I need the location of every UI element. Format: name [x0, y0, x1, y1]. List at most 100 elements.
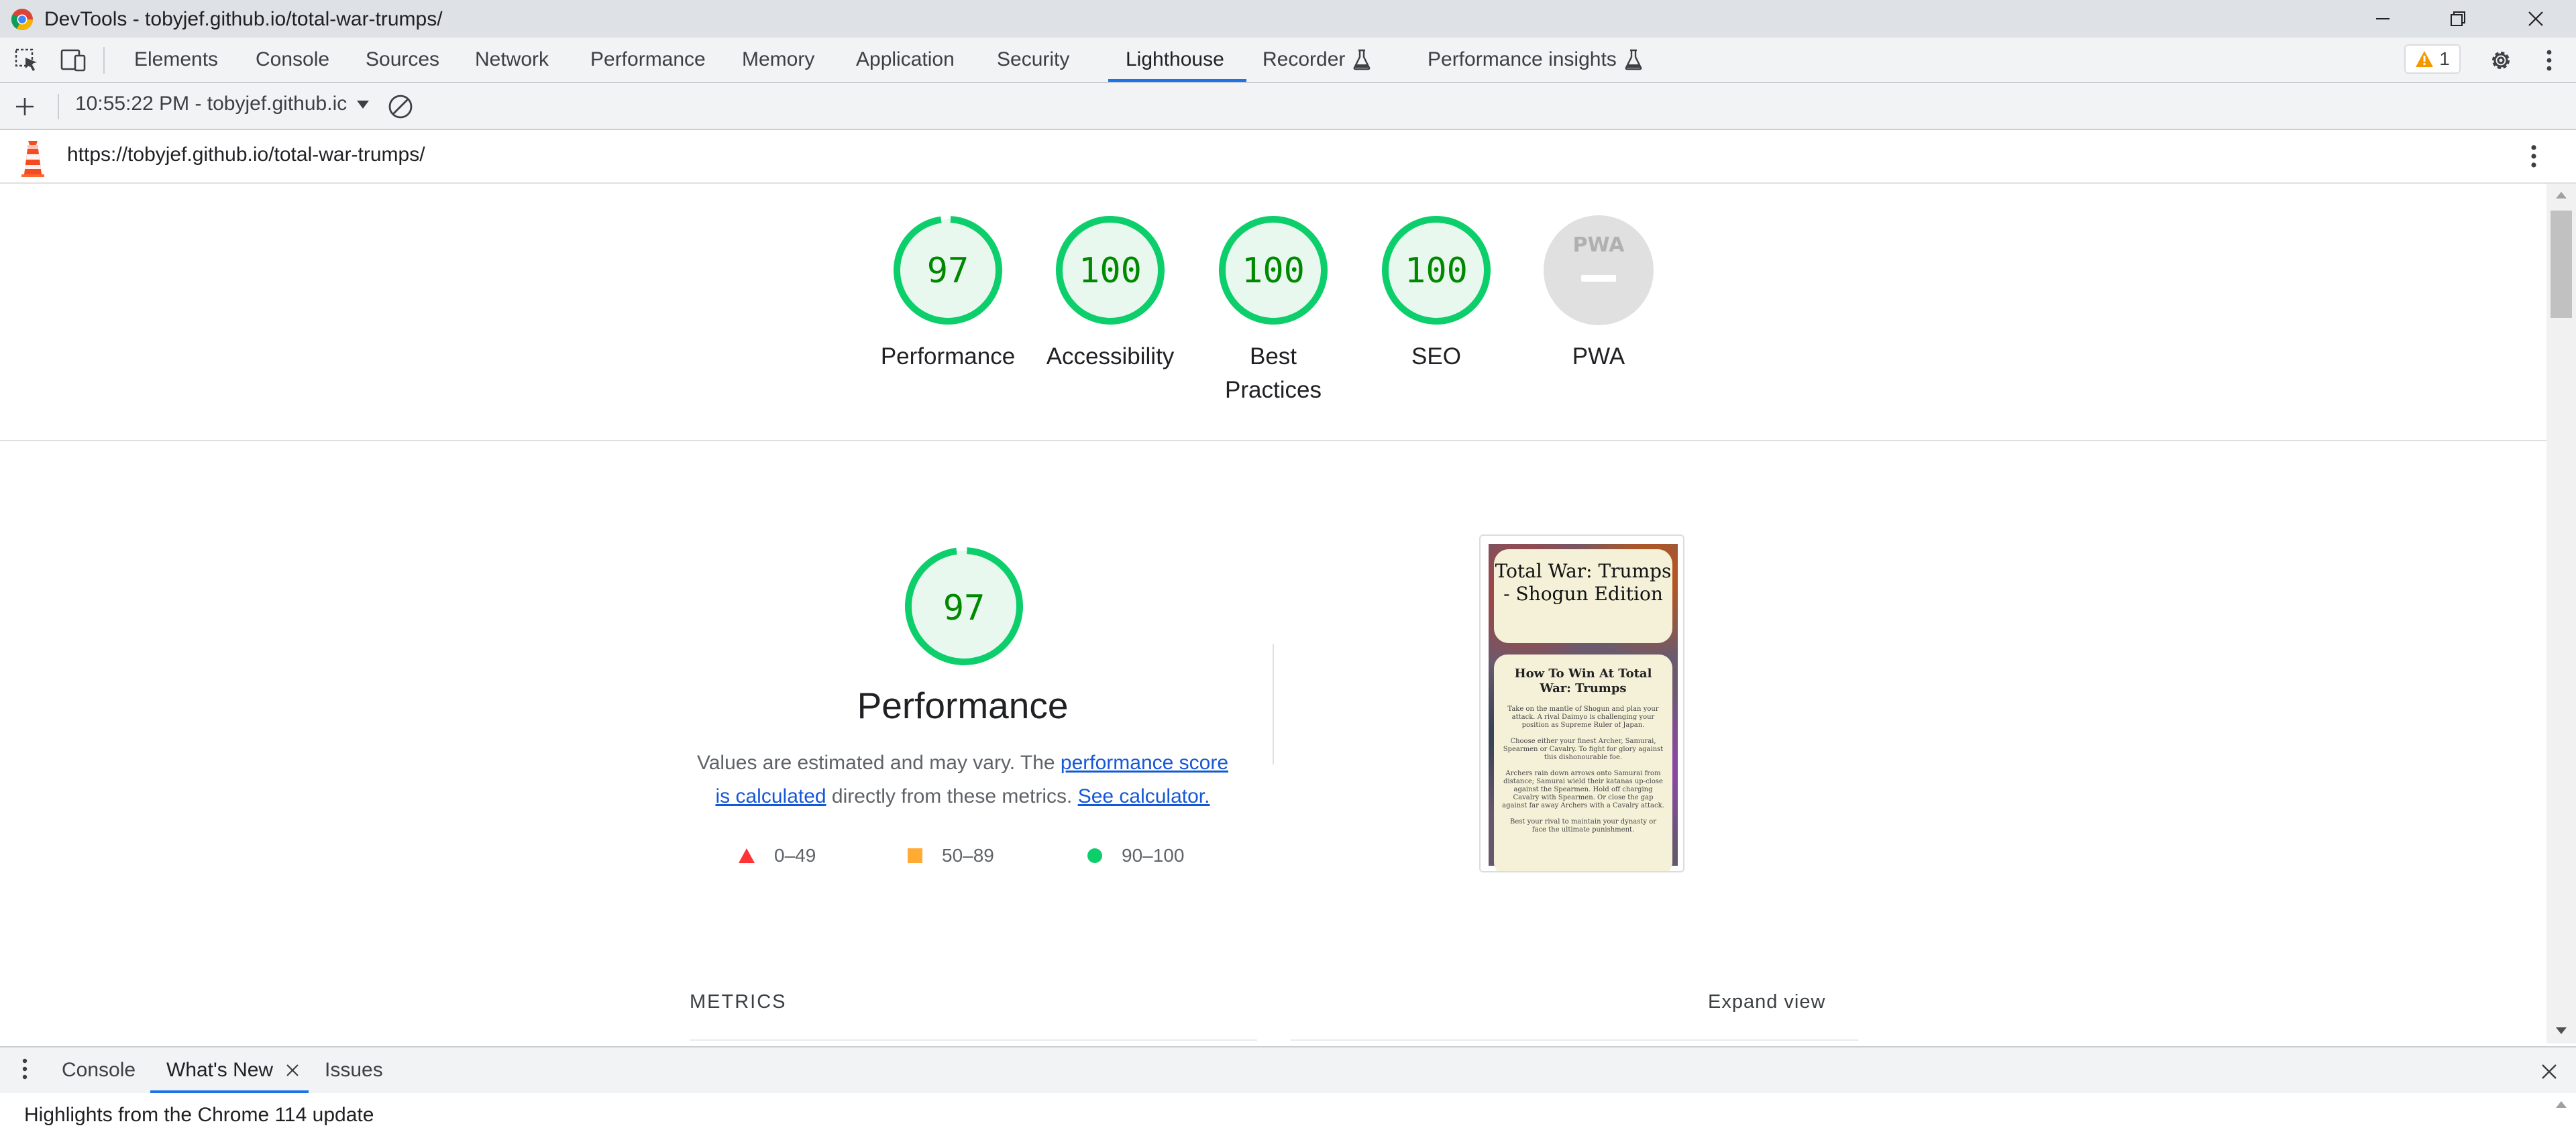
gauge-performance[interactable]: 97	[891, 213, 1005, 331]
dropdown-arrow-icon	[356, 101, 369, 109]
performance-title: Performance	[857, 685, 1069, 726]
gauge-label-pwa: PWA	[1572, 343, 1625, 370]
performance-gauge-large: 97	[902, 545, 1026, 671]
screenshot-paragraph: Choose either your finest Archer, Samura…	[1503, 738, 1664, 761]
kebab-menu-icon	[2546, 50, 2552, 71]
window-title: DevTools - tobyjef.github.io/total-war-t…	[44, 8, 443, 30]
tab-recorder-label: Recorder	[1263, 48, 1346, 70]
toolbar-divider	[103, 47, 105, 74]
expand-view-toggle[interactable]: Expand view	[1708, 991, 1825, 1013]
experiment-flask-icon	[1625, 49, 1642, 70]
drawer-menu-button[interactable]	[21, 1057, 31, 1084]
section-divider	[0, 440, 2546, 441]
whats-new-headline: Highlights from the Chrome 114 update	[24, 1104, 374, 1126]
tab-memory[interactable]: Memory	[742, 38, 814, 82]
gauge-ring: 97	[905, 547, 1023, 665]
legend-average: 50–89	[907, 845, 994, 866]
close-tab-icon[interactable]	[285, 1063, 300, 1078]
gauge-score: 97	[943, 588, 985, 628]
report-scrollbar[interactable]	[2546, 184, 2576, 1043]
tab-sources[interactable]: Sources	[366, 38, 439, 82]
section-divider-vertical	[1273, 644, 1274, 764]
metrics-header: METRICS	[690, 991, 787, 1013]
inspect-cursor-icon	[15, 48, 37, 71]
report-select[interactable]: 10:55:22 PM - tobyjef.github.ic	[75, 93, 370, 115]
close-icon	[2528, 11, 2543, 26]
tab-performance-insights[interactable]: Performance insights	[1428, 38, 1644, 82]
device-toolbar-button[interactable]	[59, 46, 89, 75]
gauge-best-practices[interactable]: 100	[1216, 213, 1330, 331]
perf-desc-text: Values are estimated and may vary. The	[696, 752, 1061, 774]
drawer-tab-issues[interactable]: Issues	[325, 1047, 383, 1093]
gauge-seo[interactable]: 100	[1379, 213, 1493, 331]
gauge-score: 100	[1242, 251, 1305, 291]
clear-icon	[388, 95, 413, 119]
settings-button[interactable]	[2486, 46, 2516, 75]
drawer-tab-whats-new[interactable]: What's New	[166, 1047, 300, 1093]
close-icon	[2542, 1064, 2557, 1079]
legend-range: 50–89	[942, 845, 994, 866]
gauge-score: 97	[927, 251, 969, 291]
experiment-flask-icon	[1353, 49, 1371, 70]
report-menu-button[interactable]	[2524, 144, 2544, 170]
title-bar: DevTools - tobyjef.github.io/total-war-t…	[0, 0, 2576, 38]
gauge-score: 100	[1079, 251, 1142, 291]
triangle-icon	[739, 848, 755, 863]
lighthouse-toolbar: 10:55:22 PM - tobyjef.github.ic	[0, 83, 2576, 130]
gauge-accessibility[interactable]: 100	[1053, 213, 1167, 331]
tab-network[interactable]: Network	[475, 38, 549, 82]
tab-lighthouse[interactable]: Lighthouse	[1126, 38, 1224, 82]
scrollbar-thumb[interactable]	[2551, 211, 2572, 318]
close-drawer-button[interactable]	[2540, 1062, 2559, 1081]
gauge-label-line1: SEO	[1411, 343, 1461, 370]
active-tab-indicator	[1108, 79, 1246, 82]
screenshot-paragraph: Archers rain down arrows onto Samurai fr…	[1502, 770, 1664, 809]
minimize-button[interactable]	[2345, 0, 2420, 38]
restore-icon	[2451, 11, 2465, 26]
toolbar-divider	[58, 94, 59, 119]
see-calculator-link[interactable]: See calculator.	[1078, 785, 1210, 807]
tab-recorder[interactable]: Recorder	[1263, 38, 1372, 82]
gauge-pwa[interactable]: PWA	[1543, 215, 1654, 329]
inspect-element-button[interactable]	[12, 46, 42, 75]
gauge-label-best-practices: Best Practices	[1186, 340, 1360, 407]
tab-performance[interactable]: Performance	[590, 38, 706, 82]
tab-console[interactable]: Console	[256, 38, 329, 82]
legend-fail: 0–49	[738, 845, 816, 866]
tab-security[interactable]: Security	[997, 38, 1069, 82]
final-screenshot[interactable]: Total War: Trumps - Shogun Edition How T…	[1479, 534, 1684, 872]
tab-elements[interactable]: Elements	[134, 38, 218, 82]
new-report-button[interactable]	[13, 95, 36, 118]
devtools-tab-bar: Elements Console Sources Network Perform…	[0, 38, 2576, 83]
screenshot-heading: How To Win At Total War: Trumps	[1514, 667, 1652, 695]
pwa-badge-icon: PWA	[1544, 215, 1654, 325]
restore-button[interactable]	[2420, 0, 2496, 38]
drawer-tab-whats-new-label: What's New	[166, 1059, 274, 1081]
more-options-button[interactable]	[2534, 46, 2564, 75]
scroll-up-arrow-icon	[2556, 192, 2567, 198]
performance-description: Values are estimated and may vary. The p…	[691, 746, 1234, 813]
report-url[interactable]: https://tobyjef.github.io/total-war-trum…	[67, 144, 425, 166]
clear-reports-button[interactable]	[386, 93, 415, 121]
gauge-ring: 100	[1219, 216, 1328, 325]
gauge-label-line1: Performance	[880, 343, 1016, 370]
device-toggle-icon	[60, 49, 86, 72]
legend-range: 90–100	[1122, 845, 1185, 866]
chrome-logo-icon	[11, 9, 34, 31]
screenshot-background: Total War: Trumps - Shogun Edition How T…	[1489, 544, 1678, 871]
perf-desc-text: directly from these metrics.	[826, 785, 1078, 807]
pwa-badge-text: PWA	[1573, 233, 1625, 257]
warnings-badge[interactable]: 1	[2404, 44, 2461, 74]
warnings-count: 1	[2439, 48, 2450, 69]
circle-icon	[1087, 848, 1102, 863]
close-window-button[interactable]	[2498, 0, 2573, 38]
scroll-up-arrow-icon	[2556, 1101, 2567, 1108]
legend-range: 0–49	[774, 845, 816, 866]
scroll-down-arrow-icon	[2556, 1027, 2567, 1034]
tab-application[interactable]: Application	[856, 38, 955, 82]
kebab-menu-icon	[2531, 145, 2536, 168]
drawer-tab-console[interactable]: Console	[62, 1047, 136, 1093]
gauge-label-line2: Practices	[1225, 377, 1322, 403]
square-icon	[908, 848, 922, 863]
gauge-label-line1: Accessibility	[1046, 343, 1175, 370]
